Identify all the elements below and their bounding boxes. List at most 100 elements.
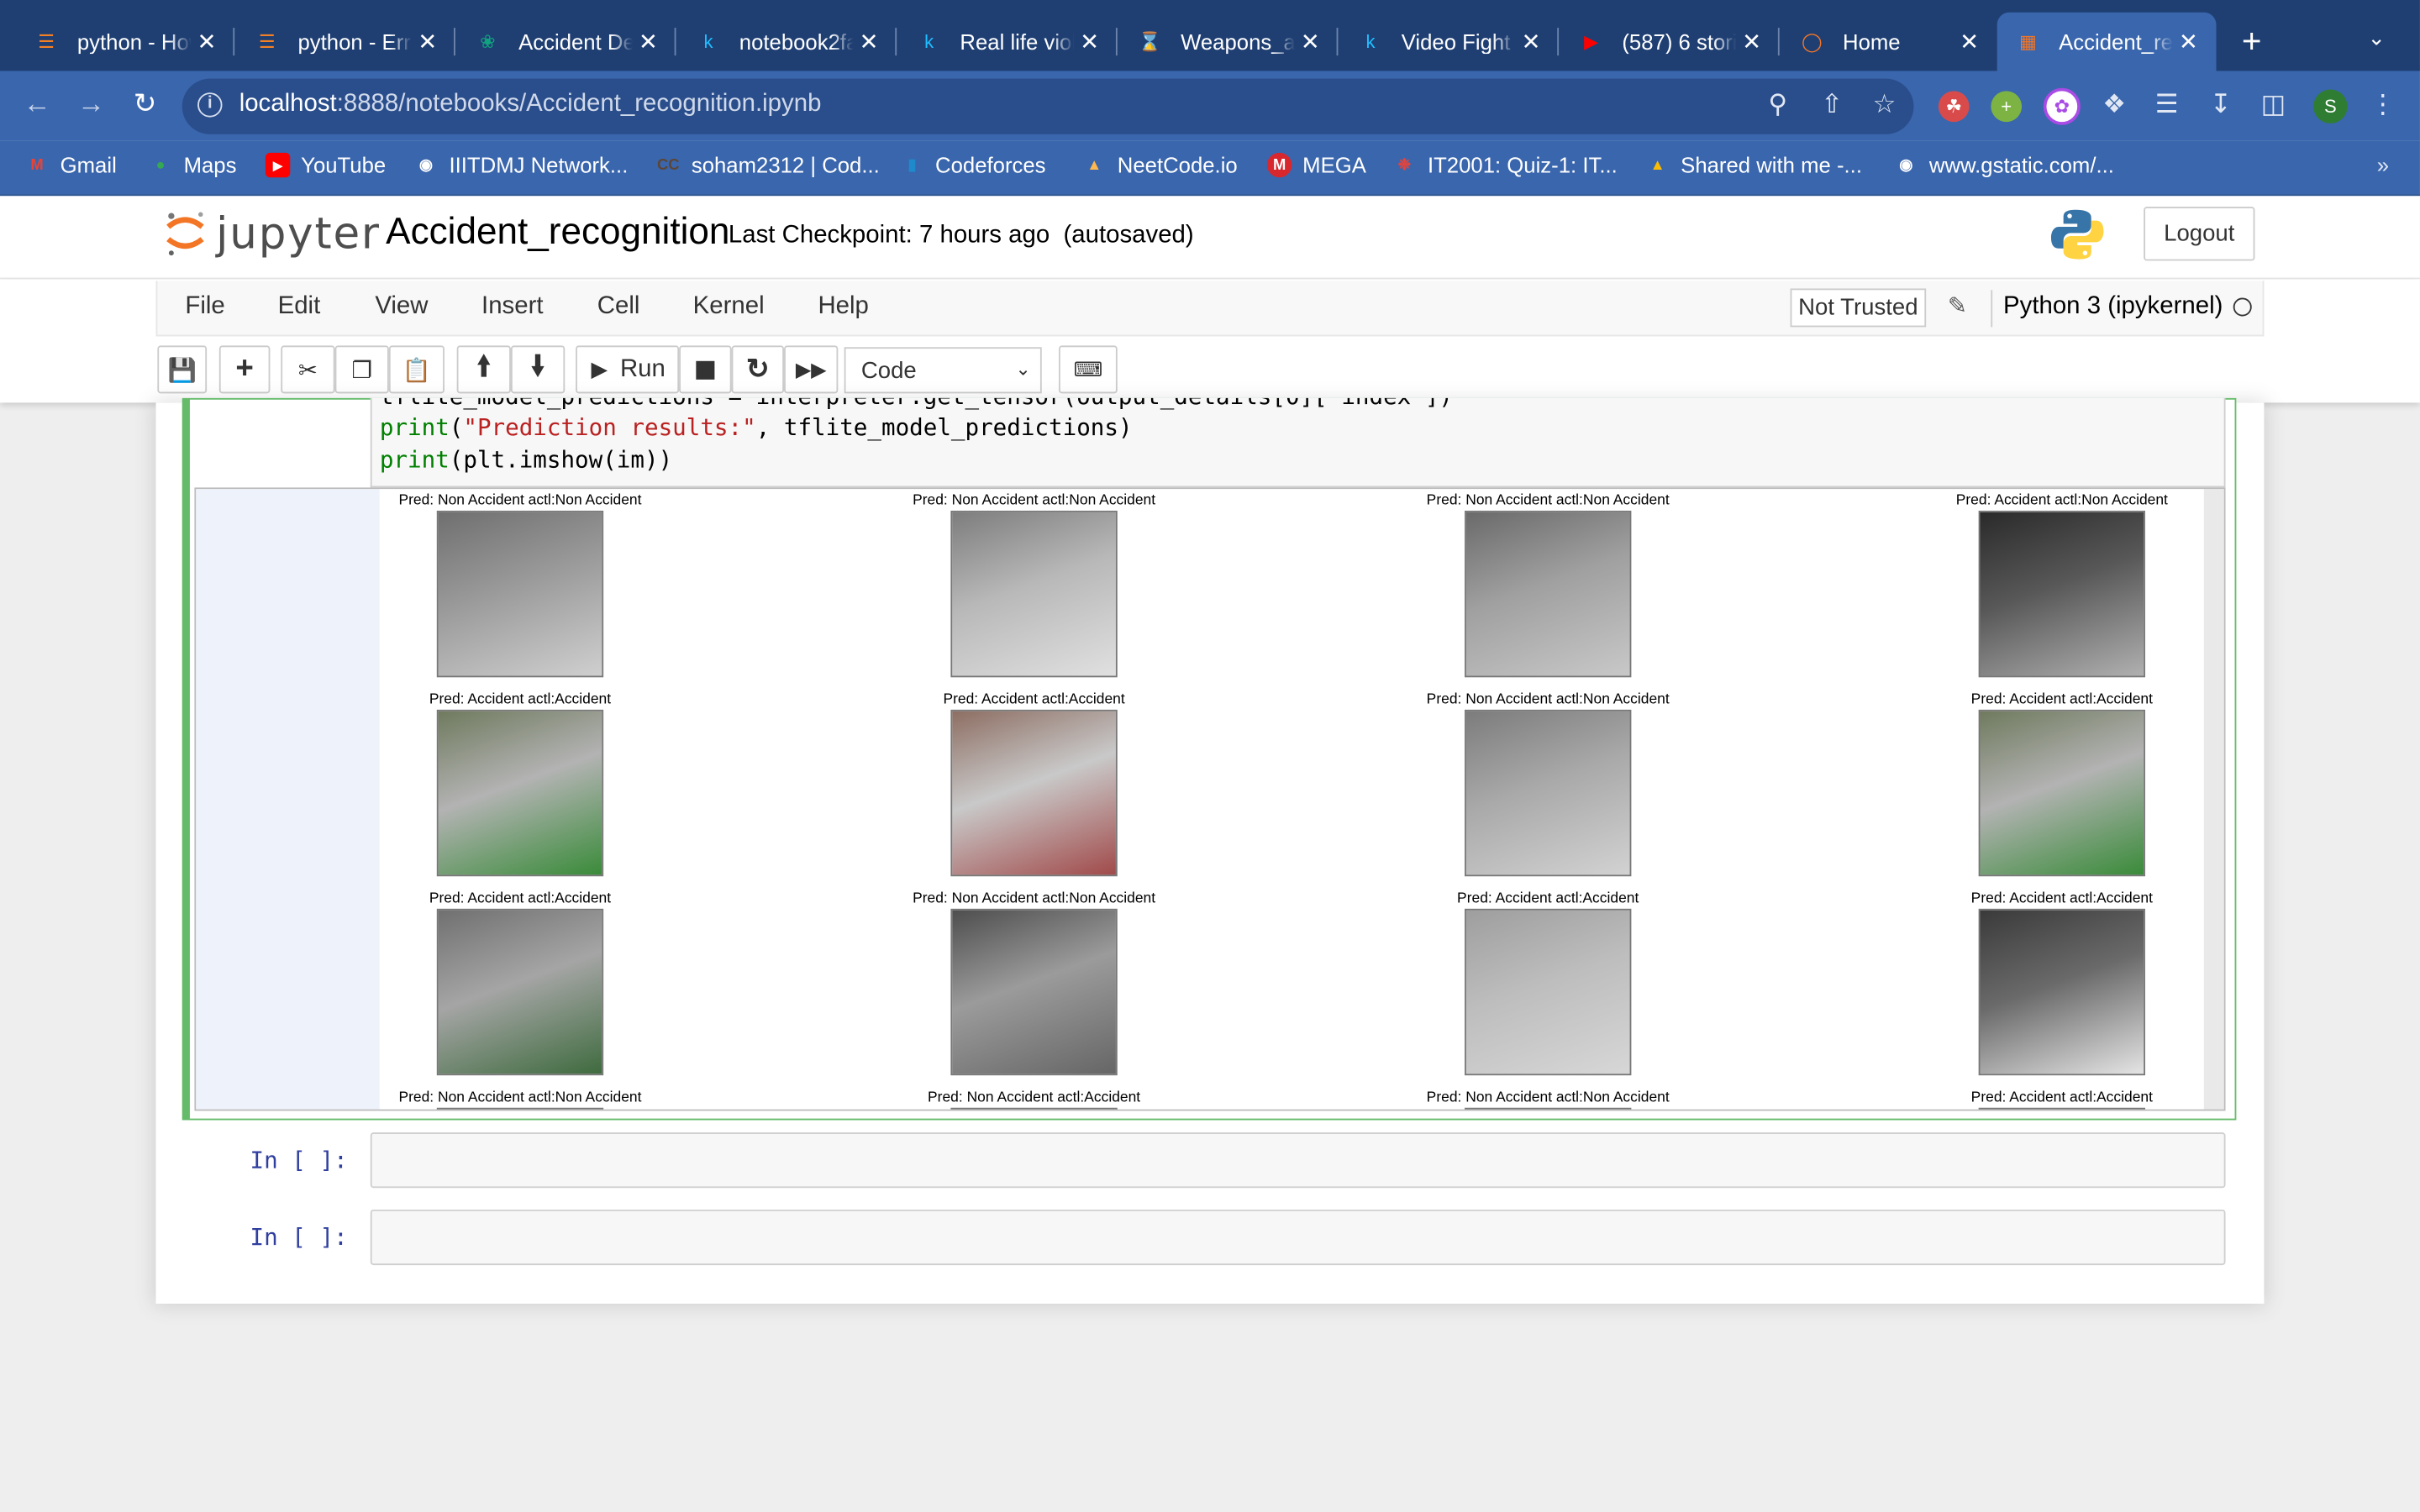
browser-tab[interactable]: ☰ python - How to✕ — [15, 13, 235, 71]
bookmark-item[interactable]: ◉ IIITDMJ Network... — [413, 153, 628, 177]
menu-kernel[interactable]: Kernel — [693, 293, 765, 321]
cctv-frame-image — [436, 709, 604, 877]
prediction-label: Pred: Non Accident actl:Non Accident — [1426, 491, 1670, 510]
tab-separator — [1336, 28, 1339, 56]
more-bookmarks-icon[interactable]: » — [2366, 153, 2400, 177]
empty-code-cell[interactable] — [370, 1132, 2226, 1189]
empty-code-cell[interactable] — [370, 1209, 2226, 1266]
command-palette-keyboard-icon[interactable]: ⌨ — [1058, 345, 1118, 394]
close-tab-icon[interactable]: ✕ — [412, 28, 443, 55]
browser-menu-icon[interactable]: ⋮ — [2366, 90, 2400, 121]
kernel-name[interactable]: Python 3 (ipykernel) — [2003, 293, 2223, 321]
cut-scissors-icon[interactable]: ✂ — [281, 345, 335, 394]
interrupt-stop-icon[interactable] — [679, 345, 732, 394]
edit-pencil-icon[interactable]: ✎ — [1948, 291, 1967, 319]
extensions-puzzle-icon[interactable]: ❖ — [2097, 90, 2131, 121]
jupyter-logo[interactable]: jupyter — [164, 207, 381, 259]
extension-brain-icon[interactable]: ✿ — [2043, 87, 2081, 125]
close-tab-icon[interactable]: ✕ — [1295, 28, 1326, 55]
code-line-1: tflite_model_predictions = interpreter.g… — [380, 398, 1453, 411]
back-arrow-icon[interactable]: ← — [18, 88, 55, 121]
copy-icon[interactable]: ❐ — [334, 345, 389, 394]
browser-tab[interactable]: ⌛ Weapons_and✕ — [1119, 13, 1339, 71]
profile-avatar[interactable]: S — [2313, 89, 2348, 123]
browser-tab[interactable]: k Real life violence✕ — [898, 13, 1118, 71]
browser-tab[interactable]: ❀ Accident Detection✕ — [457, 13, 676, 71]
browser-tab-title: Accident Detection — [518, 29, 634, 55]
new-tab-button[interactable]: + — [2235, 22, 2269, 62]
close-tab-icon[interactable]: ✕ — [192, 28, 223, 55]
cctv-frame-image — [1465, 908, 1632, 1076]
cctv-frame-image — [950, 908, 1118, 1076]
move-up-arrow-icon[interactable]: 🠙 — [456, 345, 511, 394]
cell-type-select[interactable]: Code ⌄ — [844, 347, 1042, 394]
extension-rainbow-icon[interactable]: ☘ — [1938, 91, 1970, 123]
bookmark-item[interactable]: ▮ Codeforces — [900, 153, 1045, 177]
bookmark-item[interactable]: M MEGA — [1266, 152, 1366, 178]
restart-kernel-icon[interactable]: ↻ — [731, 345, 785, 394]
bookmark-item[interactable]: ▲ Shared with me -... — [1645, 153, 1862, 177]
site-info-icon[interactable]: i — [197, 92, 223, 118]
bookmark-item[interactable]: ❉ IT2001: Quiz-1: IT... — [1392, 153, 1618, 177]
browser-tab[interactable]: ◯ Home ✕ — [1781, 13, 1997, 71]
bookmark-star-icon[interactable]: ☆ — [1867, 90, 1901, 121]
logout-button[interactable]: Logout — [2144, 207, 2255, 261]
browser-tab[interactable]: k notebook2fa ✕ — [677, 13, 897, 71]
close-tab-icon[interactable]: ✕ — [854, 28, 885, 55]
tab-search-chevron-icon[interactable]: ⌄ — [2367, 24, 2386, 50]
menu-insert[interactable]: Insert — [481, 293, 543, 321]
close-tab-icon[interactable]: ✕ — [633, 28, 664, 55]
close-tab-icon[interactable]: ✕ — [1736, 28, 1767, 55]
browser-tab[interactable]: ▶ (587) 6 stories✕ — [1560, 13, 1780, 71]
media-playlist-icon[interactable]: ☰ — [2150, 90, 2184, 121]
bookmark-label: www.gstatic.com/... — [1928, 152, 2114, 178]
cctv-frame-image — [950, 1107, 1118, 1110]
notebook-name[interactable]: Accident_recognition — [386, 212, 729, 255]
bookmark-item[interactable]: CC soham2312 | Cod... — [656, 153, 880, 177]
move-down-arrow-icon[interactable]: 🠛 — [510, 345, 566, 394]
zoom-icon[interactable]: ⚲ — [1761, 90, 1795, 121]
menu-help[interactable]: Help — [818, 293, 868, 321]
extension-plus-icon[interactable]: + — [1991, 91, 2023, 123]
stackoverflow-icon: ☰ — [258, 30, 276, 53]
maps-icon: ● — [155, 156, 166, 174]
insert-cell-plus-icon[interactable]: + — [218, 345, 271, 394]
reload-icon[interactable]: ↻ — [127, 88, 164, 121]
bookmark-item[interactable]: ● Maps — [148, 153, 236, 177]
share-icon[interactable]: ⇧ — [1815, 90, 1849, 121]
menu-file[interactable]: File — [185, 293, 224, 321]
prediction-label: Pred: Non Accident actl:Non Accident — [398, 1089, 642, 1106]
download-icon[interactable]: ↧ — [2204, 90, 2238, 121]
close-tab-icon[interactable]: ✕ — [1074, 28, 1105, 55]
bookmark-item[interactable]: ▶ YouTube — [265, 152, 386, 178]
bookmark-item[interactable]: ◉ www.gstatic.com/... — [1894, 153, 2114, 177]
not-trusted-button[interactable]: Not Trusted — [1790, 288, 1927, 328]
kernel-idle-indicator-icon — [2233, 297, 2252, 317]
close-tab-icon[interactable]: ✕ — [1516, 28, 1547, 55]
prediction-label: Pred: Accident actl:Accident — [1970, 890, 2153, 907]
browser-tab[interactable]: k Video Fight ✕ — [1339, 13, 1560, 71]
restart-run-all-icon[interactable]: ▶▶ — [784, 345, 839, 394]
bookmark-item[interactable]: M Gmail — [24, 153, 116, 177]
bookmark-item[interactable]: ▲ NeetCode.io — [1082, 153, 1238, 177]
browser-tab[interactable]: ☰ python - Error✕ — [236, 13, 455, 71]
side-panel-icon[interactable]: ◫ — [2256, 90, 2290, 121]
close-tab-icon[interactable]: ✕ — [2173, 28, 2204, 55]
output-prompt — [196, 489, 380, 1110]
browser-tab-title: Video Fight — [1401, 29, 1511, 55]
browser-tab[interactable]: ▦ Accident_recognition✕ — [1996, 12, 2217, 71]
menu-view[interactable]: View — [375, 293, 428, 321]
autosave-status: (autosaved) — [1063, 222, 1194, 249]
forward-arrow-icon[interactable]: → — [72, 88, 109, 121]
output-scrollbar[interactable] — [2203, 489, 2224, 1110]
save-icon[interactable]: 💾 — [157, 345, 208, 394]
menu-cell[interactable]: Cell — [597, 293, 640, 321]
close-tab-icon[interactable]: ✕ — [1954, 28, 1985, 55]
address-url[interactable]: localhost:8888/notebooks/Accident_recogn… — [239, 91, 822, 118]
paste-icon[interactable]: 📋 — [388, 345, 445, 394]
bookmark-label: Shared with me -... — [1681, 152, 1862, 178]
menu-edit[interactable]: Edit — [278, 293, 321, 321]
cctv-frame-image — [436, 1107, 604, 1110]
code-editor[interactable]: tflite_model_predictions = interpreter.g… — [370, 397, 2226, 488]
run-button[interactable]: ▶ Run — [576, 345, 680, 394]
